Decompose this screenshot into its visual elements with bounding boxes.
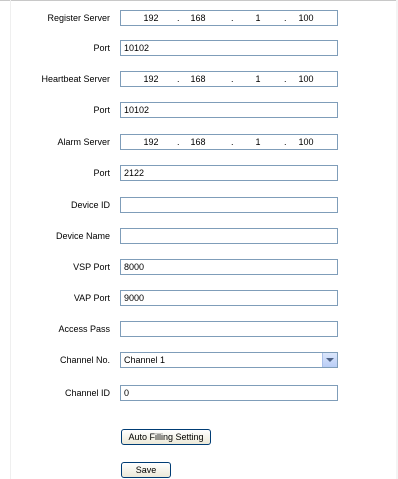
alarm-server-label: Alarm Server <box>57 137 110 147</box>
ip-octet-4[interactable]: 100 <box>291 137 321 148</box>
ip-dot: . <box>284 137 287 147</box>
alarm-port-value: 2122 <box>124 168 145 178</box>
vsp-port-value: 8000 <box>124 262 145 272</box>
vsp-port-label: VSP Port <box>73 262 110 272</box>
vsp-port-row: VSP Port 8000 <box>0 259 398 275</box>
ip-dot: . <box>231 13 234 23</box>
ip-octet-4[interactable]: 100 <box>291 74 321 85</box>
access-pass-row: Access Pass <box>0 321 398 337</box>
ip-dot: . <box>177 74 180 84</box>
register-port-row: Port 10102 <box>0 40 398 56</box>
alarm-server-ip-input[interactable]: 192 . 168 . 1 . 100 <box>120 134 338 150</box>
ip-dot: . <box>177 137 180 147</box>
ip-dot: . <box>231 137 234 147</box>
ip-octet-2[interactable]: 168 <box>183 137 213 148</box>
register-server-row: Register Server 192 . 168 . 1 . 100 <box>0 10 398 26</box>
access-pass-input[interactable] <box>120 321 338 337</box>
top-border <box>0 0 398 1</box>
alarm-port-row: Port 2122 <box>0 165 398 181</box>
register-port-value: 10102 <box>124 43 150 53</box>
register-port-label: Port <box>93 43 110 53</box>
register-server-label: Register Server <box>47 13 110 23</box>
heartbeat-server-label: Heartbeat Server <box>41 74 110 84</box>
ip-octet-2[interactable]: 168 <box>183 13 213 24</box>
channel-no-selected: Channel 1 <box>124 355 166 365</box>
ip-dot: . <box>284 74 287 84</box>
ip-octet-1[interactable]: 192 <box>136 137 166 148</box>
register-port-input[interactable]: 10102 <box>120 40 338 56</box>
ip-octet-3[interactable]: 1 <box>243 13 273 24</box>
device-name-row: Device Name <box>0 228 398 244</box>
heartbeat-port-label: Port <box>93 105 110 115</box>
heartbeat-server-row: Heartbeat Server 192 . 168 . 1 . 100 <box>0 71 398 87</box>
heartbeat-port-input[interactable]: 10102 <box>120 102 338 118</box>
vap-port-input[interactable]: 9000 <box>120 290 338 306</box>
access-pass-label: Access Pass <box>58 324 110 334</box>
ip-dot: . <box>284 13 287 23</box>
vap-port-label: VAP Port <box>73 293 110 303</box>
channel-id-label: Channel ID <box>64 388 110 398</box>
heartbeat-port-value: 10102 <box>124 105 150 115</box>
device-id-input[interactable] <box>120 197 338 213</box>
alarm-server-row: Alarm Server 192 . 168 . 1 . 100 <box>0 134 398 150</box>
alarm-port-label: Port <box>93 168 110 178</box>
device-id-label: Device ID <box>70 200 110 210</box>
channel-no-row: Channel No. Channel 1 <box>0 352 398 368</box>
device-id-row: Device ID <box>0 197 398 213</box>
channel-id-input[interactable]: 0 <box>120 385 338 401</box>
ip-octet-1[interactable]: 192 <box>136 74 166 85</box>
ip-octet-2[interactable]: 168 <box>183 74 213 85</box>
alarm-port-input[interactable]: 2122 <box>120 165 338 181</box>
heartbeat-port-row: Port 10102 <box>0 102 398 118</box>
channel-id-value: 0 <box>124 388 130 398</box>
chevron-down-icon[interactable] <box>322 353 337 367</box>
vap-port-row: VAP Port 9000 <box>0 290 398 306</box>
device-name-label: Device Name <box>55 231 110 241</box>
ip-octet-3[interactable]: 1 <box>243 74 273 85</box>
channel-id-row: Channel ID 0 <box>0 385 398 401</box>
ip-octet-1[interactable]: 192 <box>136 13 166 24</box>
vsp-port-input[interactable]: 8000 <box>120 259 338 275</box>
device-name-input[interactable] <box>120 228 338 244</box>
ip-dot: . <box>231 74 234 84</box>
channel-no-label: Channel No. <box>59 355 110 365</box>
vap-port-value: 9000 <box>124 293 145 303</box>
auto-filling-setting-button[interactable]: Auto Filling Setting <box>121 429 211 445</box>
heartbeat-server-ip-input[interactable]: 192 . 168 . 1 . 100 <box>120 71 338 87</box>
ip-octet-3[interactable]: 1 <box>243 137 273 148</box>
save-button[interactable]: Save <box>121 462 171 478</box>
register-server-ip-input[interactable]: 192 . 168 . 1 . 100 <box>120 10 338 26</box>
ip-octet-4[interactable]: 100 <box>291 13 321 24</box>
channel-no-select[interactable]: Channel 1 <box>120 352 338 368</box>
ip-dot: . <box>177 13 180 23</box>
